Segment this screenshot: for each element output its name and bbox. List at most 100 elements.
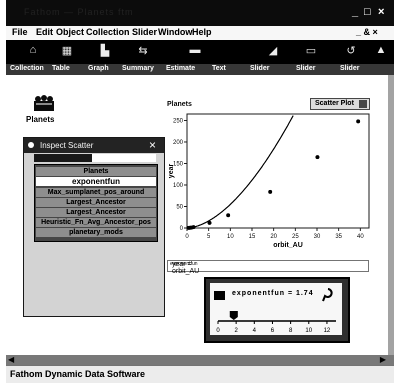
x-tick-label: 15: [249, 234, 256, 240]
attribute-item[interactable]: Max_sumplanet_pos_around: [36, 188, 156, 197]
tool-label: Text: [212, 65, 226, 72]
y-axis-label: year: [168, 164, 175, 179]
attribute-list: Planets exponentfun Max_sumplanet_pos_ar…: [34, 164, 158, 242]
close-icon[interactable]: ×: [149, 138, 156, 152]
data-point[interactable]: [226, 213, 231, 218]
inspector-title-bar[interactable]: Inspect Scatter ×: [24, 138, 164, 153]
x-tick-label: 25: [292, 234, 299, 240]
attribute-item[interactable]: Planets: [36, 167, 156, 176]
graph-tool-icon[interactable]: ▙: [96, 44, 114, 58]
x-tick-label: 20: [270, 234, 277, 240]
window-menu-icon[interactable]: [28, 142, 34, 148]
tool-label: Slider: [250, 65, 270, 72]
inspector-tabs: [34, 154, 156, 162]
data-point[interactable]: [207, 220, 212, 225]
title-bar: Fathom — Planets ftm _ □ ×: [6, 0, 394, 26]
y-tick-label: 50: [176, 204, 183, 210]
data-point[interactable]: [315, 155, 320, 160]
status-bar: Fathom Dynamic Data Software: [6, 365, 394, 383]
inspector-window[interactable]: Inspect Scatter × Planets exponentfun Ma…: [23, 137, 165, 317]
formula-text: year = orbit_AU exponentfun: [170, 261, 200, 275]
y-tick-label: 100: [173, 183, 184, 189]
menu-slider[interactable]: Slider: [132, 27, 157, 37]
maximize-button[interactable]: □: [364, 6, 371, 18]
y-tick-label: 200: [173, 140, 184, 146]
inspector-tab[interactable]: [92, 154, 156, 162]
attribute-item-selected[interactable]: exponentfun: [36, 177, 156, 186]
horizontal-scrollbar[interactable]: ◀ ▶: [6, 355, 394, 365]
table-tool-icon[interactable]: ▦: [58, 44, 76, 58]
slider-body: exponentfun = 1.74 0 2 4 6 8 10 12: [210, 283, 342, 335]
scroll-right-icon[interactable]: ▶: [380, 355, 386, 364]
appearance-tool-icon[interactable]: ▲: [372, 44, 390, 58]
deal-tool-icon[interactable]: ▭: [302, 44, 320, 58]
menu-edit[interactable]: Edit: [36, 27, 53, 37]
slider-window[interactable]: exponentfun = 1.74 0 2 4 6 8 10 12: [204, 277, 350, 343]
tool-label: Slider: [296, 65, 316, 72]
collection-label: Planets: [26, 115, 55, 124]
tool-labels: Collection Table Graph Summary Estimate …: [6, 64, 394, 75]
scatter-plot[interactable]: 0501001502002500 5 10 15 20 25 30 35 40orbit_AUy…: [163, 110, 373, 260]
estimate-tool-icon[interactable]: ◢: [264, 44, 282, 58]
data-point[interactable]: [268, 189, 273, 194]
slider-tick-label: 4: [253, 328, 257, 334]
slider-thumb[interactable]: [229, 311, 238, 320]
attribute-item[interactable]: Heuristic_Fn_Avg_Ancestor_pos: [36, 218, 156, 227]
inspector-tab[interactable]: [34, 154, 92, 162]
y-tick-label: 0: [180, 226, 184, 232]
toolbar: ⌂ ▦ ▙ ⇆ ▬ ◢ ▭ ↺ ▲: [6, 40, 394, 64]
tool-label: Table: [52, 65, 70, 72]
vertical-scrollbar[interactable]: [388, 75, 394, 355]
collection-tool-icon[interactable]: ⌂: [24, 44, 42, 58]
attribute-item[interactable]: planetary_mods: [36, 228, 156, 237]
close-button[interactable]: ×: [378, 6, 384, 18]
menu-object[interactable]: Object: [56, 27, 84, 37]
inspector-title: Inspect Scatter: [40, 141, 94, 150]
menu-file[interactable]: File: [12, 27, 28, 37]
slider-tool-icon[interactable]: ⇆: [134, 44, 152, 58]
text-tool-icon[interactable]: ▬: [186, 44, 204, 58]
minimize-button[interactable]: _: [352, 6, 358, 18]
x-tick-label: 30: [314, 234, 321, 240]
x-tick-label: 35: [335, 234, 342, 240]
doc-window-controls[interactable]: _ & ×: [356, 27, 378, 37]
plotted-function[interactable]: year = orbit_AU exponentfun: [167, 260, 369, 275]
scroll-left-icon[interactable]: ◀: [8, 355, 14, 364]
x-tick-label: 10: [227, 234, 234, 240]
attribute-item[interactable]: Largest_Ancestor: [36, 198, 156, 207]
slider-tick-label: 8: [289, 328, 293, 334]
menu-help[interactable]: Help: [192, 27, 212, 37]
slider-tick-label: 2: [234, 328, 238, 334]
attribute-item[interactable]: Largest_Ancestor: [36, 208, 156, 217]
graph-type-select[interactable]: Scatter Plot: [310, 98, 370, 110]
graph-title: Planets: [167, 101, 192, 108]
status-text: Fathom Dynamic Data Software: [10, 369, 146, 379]
slider-tick-label: 10: [305, 328, 312, 334]
y-tick-label: 250: [173, 118, 184, 124]
tool-label: Slider: [340, 65, 360, 72]
menu-collection[interactable]: Collection: [86, 27, 130, 37]
x-tick-label: 0: [185, 234, 189, 240]
data-point[interactable]: [191, 225, 196, 230]
menu-bar: File Edit Object Collection Slider Windo…: [6, 26, 394, 41]
data-point[interactable]: [356, 119, 361, 124]
app-window: Fathom — Planets ftm _ □ × File Edit Obj…: [6, 0, 394, 383]
chevron-down-icon[interactable]: [359, 100, 367, 108]
tool-label: Collection: [10, 65, 44, 72]
lock-icon[interactable]: [322, 288, 333, 302]
slider-tick-label: 0: [216, 328, 220, 334]
collection-box-icon[interactable]: [32, 94, 56, 112]
x-axis-label: orbit_AU: [273, 242, 303, 249]
graph-type-label: Scatter Plot: [315, 100, 354, 107]
tool-label: Graph: [88, 65, 109, 72]
x-tick-label: 5: [207, 234, 211, 240]
tool-label: Estimate: [166, 65, 196, 72]
tool-label: Summary: [122, 65, 154, 72]
rotate-tool-icon[interactable]: ↺: [342, 44, 360, 58]
slider-axis[interactable]: 0 2 4 6 8 10 12: [210, 283, 342, 335]
menu-window[interactable]: Window: [158, 27, 192, 37]
window-title: Fathom — Planets ftm: [24, 7, 134, 17]
slider-tick-label: 12: [324, 328, 331, 334]
plot-area[interactable]: [186, 113, 370, 229]
x-tick-label: 40: [357, 234, 364, 240]
